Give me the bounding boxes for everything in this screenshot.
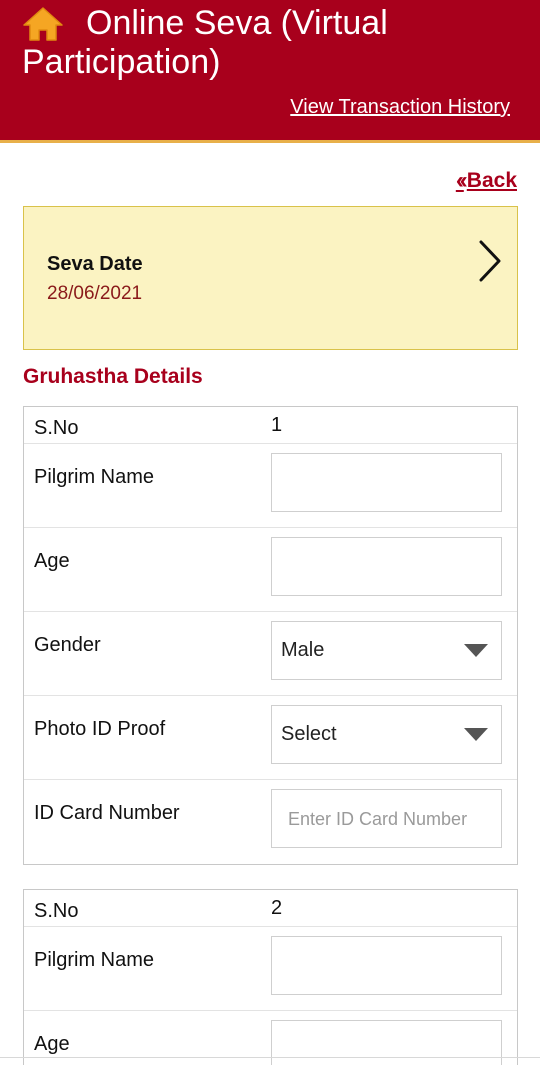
id-card-number-input[interactable]: Enter ID Card Number (271, 789, 502, 848)
back-link[interactable]: ‹‹ Back (456, 167, 517, 195)
gender-select[interactable]: Male (271, 621, 502, 680)
table-row: Pilgrim Name (24, 444, 517, 528)
pilgrim-name-input[interactable] (271, 936, 502, 995)
sno-value: 2 (271, 897, 283, 919)
double-chevron-left-icon: ‹‹ (455, 167, 468, 194)
dropdown-arrow-icon (464, 728, 488, 741)
gender-label: Gender (34, 634, 101, 656)
app-header: Online Seva (Virtual Participation) View… (0, 0, 540, 143)
back-label: Back (466, 169, 517, 192)
table-row: Pilgrim Name (24, 927, 517, 1011)
pilgrim-name-label: Pilgrim Name (34, 949, 155, 971)
age-label: Age (34, 550, 70, 572)
seva-date-card[interactable]: Seva Date 28/06/2021 (23, 206, 518, 350)
bottom-divider (0, 1057, 540, 1058)
age-label: Age (34, 1033, 70, 1055)
photo-id-selected-value: Select (281, 723, 337, 745)
view-transaction-history-link[interactable]: View Transaction History (290, 96, 510, 119)
photo-id-proof-label: Photo ID Proof (34, 718, 166, 740)
table-row: Age (24, 528, 517, 612)
pilgrim-details-table: S.No 2 Pilgrim Name Age (23, 889, 518, 1065)
seva-date-value: 28/06/2021 (47, 283, 143, 304)
sno-label: S.No (34, 900, 79, 922)
id-card-number-placeholder: Enter ID Card Number (288, 809, 468, 829)
age-input[interactable] (271, 1020, 502, 1065)
table-row: S.No 2 (24, 890, 517, 927)
table-row: ID Card Number Enter ID Card Number (24, 780, 517, 864)
chevron-right-icon[interactable] (477, 239, 503, 283)
gender-selected-value: Male (281, 639, 325, 661)
sno-label: S.No (34, 417, 79, 439)
pilgrim-name-input[interactable] (271, 453, 502, 512)
sno-value: 1 (271, 414, 283, 436)
id-card-number-label: ID Card Number (34, 802, 180, 824)
table-row: Photo ID Proof Select (24, 696, 517, 780)
table-row: S.No 1 (24, 407, 517, 444)
page-title: Online Seva (Virtual Participation) (22, 4, 388, 81)
table-row: Gender Male (24, 612, 517, 696)
dropdown-arrow-icon (464, 644, 488, 657)
pilgrim-name-label: Pilgrim Name (34, 466, 155, 488)
section-title: Gruhastha Details (23, 365, 203, 388)
pilgrim-details-table: S.No 1 Pilgrim Name Age Gender Male Phot… (23, 406, 518, 865)
seva-date-label: Seva Date (47, 253, 143, 275)
photo-id-proof-select[interactable]: Select (271, 705, 502, 764)
age-input[interactable] (271, 537, 502, 596)
